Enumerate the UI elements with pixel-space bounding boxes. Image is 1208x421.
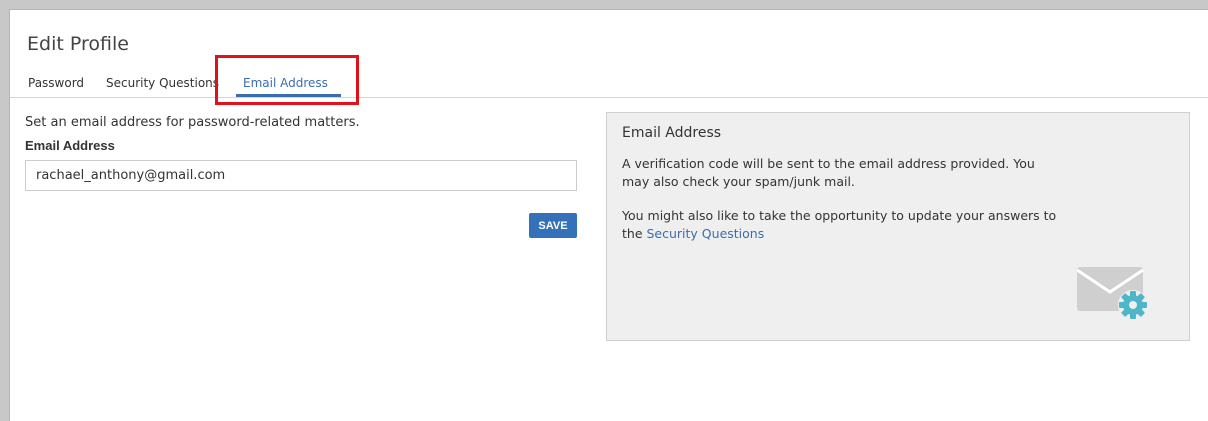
email-field-label: Email Address xyxy=(25,138,115,153)
info-paragraph-verification: A verification code will be sent to the … xyxy=(622,156,1035,189)
tab-security-questions[interactable]: Security Questions xyxy=(106,76,219,90)
highlight-annotation xyxy=(215,55,359,105)
security-questions-link[interactable]: Security Questions xyxy=(647,226,765,241)
email-field[interactable] xyxy=(25,160,577,191)
info-panel: Email Address A verification code will b… xyxy=(606,112,1190,341)
envelope-gear-icon xyxy=(1077,267,1148,320)
page-title: Edit Profile xyxy=(27,33,129,55)
header: Edit Profile Password Security Questions… xyxy=(10,10,1208,105)
info-title: Email Address xyxy=(622,125,722,141)
info-paragraph-security: You might also like to take the opportun… xyxy=(622,207,1062,243)
form-description: Set an email address for password-relate… xyxy=(25,115,360,130)
save-button[interactable]: SAVE xyxy=(529,213,577,238)
tab-password[interactable]: Password xyxy=(28,76,84,90)
email-form: Set an email address for password-relate… xyxy=(25,115,580,238)
edit-profile-window: Edit Profile Password Security Questions… xyxy=(9,9,1208,421)
